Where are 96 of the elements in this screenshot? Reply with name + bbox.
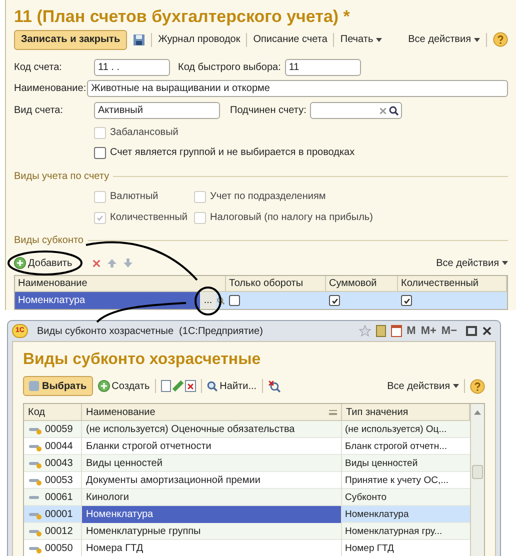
field-label: Код быстрого выбора:: [178, 61, 281, 76]
checkbox-label: Налоговый (по налогу на прибыль): [210, 211, 373, 226]
table-cell-text: 00050: [45, 542, 73, 556]
table-row[interactable]: 00044 Бланки строгой отчетности Бланк строгой отчетн...: [24, 438, 470, 455]
checkbox-label: Забалансовый: [110, 126, 178, 140]
help-icon[interactable]: [470, 378, 485, 394]
table-row[interactable]: 00053 Документы амортизационной премии Принятие к учету ОС,...: [24, 472, 470, 489]
table-cell-text: Виды ценностей: [344, 457, 419, 471]
scroll-thumb[interactable]: [472, 465, 483, 479]
checkbox-label: Счет является группой и не выбирается в проводках: [110, 146, 355, 160]
table-row[interactable]: 00012 Номенклатурные группы Номенклатурная гру...: [24, 523, 470, 540]
maximize-icon[interactable]: [466, 326, 477, 336]
table-row[interactable]: 00001 Номенклатура Номенклатура: [24, 506, 470, 523]
window-title: Виды субконто хозрасчетные (1С:Предприятие): [37, 324, 264, 338]
all-actions-menu[interactable]: Все действия: [387, 378, 459, 394]
table-cell-text: 00012: [45, 525, 73, 539]
plus-icon: [98, 380, 110, 392]
caret-icon: [502, 261, 508, 266]
calendar-icon[interactable]: [390, 325, 402, 337]
delete-icon[interactable]: [92, 258, 102, 268]
table-cell-text: 00001: [45, 508, 73, 522]
copy-icon[interactable]: [160, 380, 171, 392]
search-icon: [206, 380, 218, 392]
scroll-up-icon[interactable]: [474, 410, 481, 415]
table-cell-text: 00044: [45, 440, 73, 454]
checkbox[interactable]: [401, 295, 412, 306]
save-icon[interactable]: [133, 34, 146, 46]
all-actions-menu[interactable]: Все действия: [436, 256, 508, 271]
checkbox[interactable]: [229, 295, 240, 306]
help-icon[interactable]: [493, 32, 508, 48]
field-label: Наименование:: [14, 82, 86, 96]
memory-button[interactable]: M−: [441, 322, 457, 340]
table-row[interactable]: 00059 (не используется) Оценочные обязательства (не используется) Оц...: [24, 421, 470, 438]
table-cell: Номера ГТД: [82, 540, 342, 556]
table-cell-text: Номенклатура: [344, 508, 410, 522]
checkbox-label: Валютный: [110, 190, 158, 204]
scrollbar[interactable]: [470, 404, 484, 556]
create-button[interactable]: Создать: [98, 378, 150, 394]
table-cell: Номенклатура: [15, 292, 200, 309]
parent-account-field[interactable]: [310, 102, 402, 120]
clear-icon[interactable]: [379, 106, 388, 115]
name-field[interactable]: Животные на выращивании и откорме: [87, 80, 508, 98]
table-cell: Номенклатура: [82, 506, 342, 523]
all-actions-menu[interactable]: Все действия: [408, 32, 480, 48]
find-button[interactable]: Найти...: [206, 378, 257, 394]
clear-search-icon[interactable]: [268, 380, 281, 392]
table-cell-text: Номер ГТД: [344, 542, 395, 556]
table-cell-text: 00061: [45, 491, 73, 505]
field-label: Вид счета:: [14, 104, 64, 118]
pencil-icon[interactable]: [172, 380, 184, 392]
table-cell-text: Номенклатурная гру...: [344, 525, 444, 539]
checkbox[interactable]: [329, 295, 340, 306]
memory-button[interactable]: M: [406, 322, 416, 340]
calculator-icon[interactable]: [376, 325, 386, 337]
quick-code-field[interactable]: 11: [284, 59, 361, 76]
table-cell-text: 00043: [45, 457, 73, 471]
table-cell-text: Принятие к учету ОС,...: [344, 474, 450, 488]
print-menu[interactable]: Печать: [340, 32, 382, 48]
form-title: 11 (План счетов бухгалтерского учета) *: [14, 6, 351, 28]
select-button[interactable]: Выбрать: [23, 376, 93, 396]
star-icon[interactable]: [358, 325, 371, 337]
table-cell-text: 00053: [45, 474, 73, 488]
delete-icon[interactable]: [184, 380, 196, 392]
search-icon[interactable]: [389, 106, 400, 116]
section-title: Виды учета по счету: [14, 170, 110, 184]
plus-icon: [14, 257, 26, 270]
table-cell-text: Бланк строгой отчетн...: [344, 440, 448, 454]
field-label: Код счета:: [14, 61, 63, 76]
table-cell-text: 00059: [45, 423, 73, 437]
checkbox[interactable]: [94, 146, 106, 159]
account-type-field[interactable]: Активный: [94, 102, 220, 120]
close-icon[interactable]: [482, 326, 492, 336]
choose-button[interactable]: ...: [200, 292, 216, 309]
checkmark-icon: [96, 214, 104, 222]
account-code-field[interactable]: 11 . .: [94, 59, 170, 76]
checkbox-label: Количественный: [110, 211, 188, 226]
section-title: Виды субконто: [14, 234, 84, 248]
memory-button[interactable]: M+: [420, 322, 436, 340]
caret-icon: [474, 38, 480, 42]
table-row[interactable]: Номенклатура ...: [15, 292, 507, 309]
caret-icon: [453, 384, 459, 388]
dialog-heading: Виды субконто хозрасчетные: [23, 350, 262, 370]
table-row[interactable]: 00043 Виды ценностей Виды ценностей: [24, 455, 470, 472]
field-label: Подчинен счету:: [230, 104, 306, 118]
search-icon[interactable]: [217, 296, 225, 304]
caret-icon: [376, 38, 382, 42]
arrow-up-icon[interactable]: [107, 258, 118, 268]
arrow-down-icon[interactable]: [123, 258, 134, 268]
table-cell-text: (не используется) Оц...: [344, 423, 448, 437]
toolbar-link[interactable]: Описание счета: [253, 32, 328, 48]
hand-drawn-ellipse: [194, 286, 222, 316]
table-row[interactable]: 00061 Кинологи Субконто: [24, 489, 470, 506]
table-cell-text: Субконто: [344, 491, 388, 505]
save-and-close-button[interactable]: Записать и закрыть: [14, 30, 128, 50]
checkbox-label: Учет по подразделениям: [210, 190, 326, 204]
toolbar-link[interactable]: Журнал проводок: [158, 32, 240, 48]
